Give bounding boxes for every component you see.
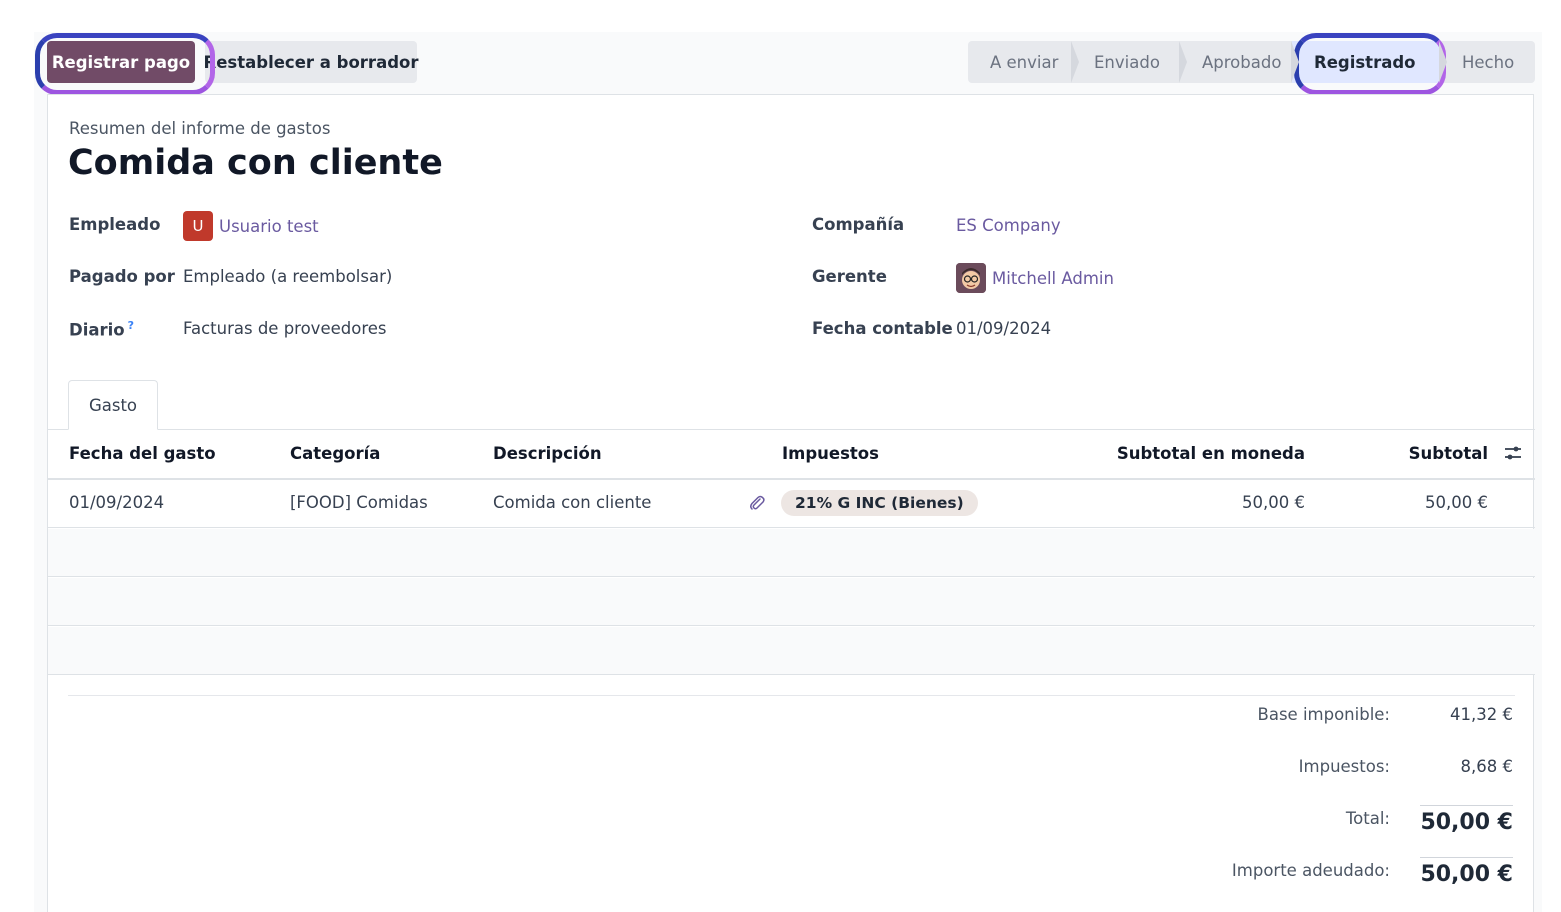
cell-subtotal-currency: 50,00 € (1242, 493, 1305, 512)
paid-by-label: Pagado por (69, 267, 175, 286)
stage-done[interactable]: Hecho (1440, 41, 1535, 83)
column-header-subtotal-currency[interactable]: Subtotal en moneda (1117, 444, 1305, 463)
form-sheet: Resumen del informe de gastos Comida con… (47, 94, 1535, 912)
tax-tag: 21% G INC (Bienes) (781, 490, 978, 516)
employee-avatar: U (183, 211, 213, 241)
column-header-taxes[interactable]: Impuestos (782, 444, 879, 463)
manager-avatar (956, 263, 986, 293)
amount-due-label: Importe adeudado: (1231, 861, 1390, 880)
untaxed-amount-value: 41,32 € (1450, 705, 1513, 724)
reset-to-draft-button[interactable]: Restablecer a borrador (204, 41, 418, 83)
column-header-description[interactable]: Descripción (493, 444, 602, 463)
manager-label: Gerente (812, 267, 887, 286)
journal-value[interactable]: Facturas de proveedores (183, 319, 387, 338)
cell-date: 01/09/2024 (69, 493, 165, 512)
stage-approved[interactable]: Aprobado (1180, 41, 1299, 83)
company-link[interactable]: ES Company (956, 216, 1061, 235)
employee-link[interactable]: Usuario test (219, 217, 319, 236)
paid-by-value[interactable]: Empleado (a reembolsar) (183, 267, 392, 286)
manager-field[interactable]: Mitchell Admin (956, 263, 1114, 293)
employee-field[interactable]: U Usuario test (183, 211, 319, 241)
table-row[interactable]: 01/09/2024 [FOOD] Comidas Comida con cli… (48, 480, 1535, 528)
accounting-date-value[interactable]: 01/09/2024 (956, 319, 1051, 338)
manager-link[interactable]: Mitchell Admin (992, 269, 1114, 288)
column-header-subtotal[interactable]: Subtotal (1409, 444, 1488, 463)
help-icon[interactable]: ? (128, 319, 134, 332)
empty-row[interactable] (48, 627, 1535, 675)
amount-due-value: 50,00 € (1420, 857, 1513, 887)
status-bar: A enviar Enviado Aprobado Registrado Hec… (968, 41, 1535, 83)
paperclip-icon[interactable] (748, 494, 766, 516)
cell-category: [FOOD] Comidas (290, 493, 428, 512)
taxes-value: 8,68 € (1460, 757, 1513, 776)
accounting-date-label: Fecha contable (812, 319, 953, 338)
form-subtitle: Resumen del informe de gastos (69, 119, 331, 138)
employee-label: Empleado (69, 215, 161, 234)
tab-expense[interactable]: Gasto (68, 380, 158, 430)
column-header-category[interactable]: Categoría (290, 444, 380, 463)
cell-description: Comida con cliente (493, 493, 652, 512)
column-settings-icon[interactable] (1503, 444, 1523, 466)
total-value: 50,00 € (1420, 805, 1513, 835)
company-label: Compañía (812, 215, 905, 234)
empty-row[interactable] (48, 578, 1535, 626)
column-header-date[interactable]: Fecha del gasto (69, 444, 216, 463)
untaxed-amount-label: Base imponible: (1257, 705, 1390, 724)
taxes-label: Impuestos: (1298, 757, 1390, 776)
stage-to-submit[interactable]: A enviar (968, 41, 1079, 83)
totals-divider (68, 695, 1515, 696)
total-label: Total: (1345, 809, 1390, 828)
stage-posted[interactable]: Registrado (1292, 41, 1447, 83)
stage-submitted[interactable]: Enviado (1072, 41, 1187, 83)
register-payment-button[interactable]: Registrar pago (47, 41, 195, 83)
empty-row[interactable] (48, 529, 1535, 577)
table-header: Fecha del gasto Categoría Descripción Im… (48, 430, 1535, 480)
journal-label: Diario? (69, 319, 134, 340)
cell-subtotal: 50,00 € (1425, 493, 1488, 512)
page-title: Comida con cliente (68, 143, 443, 183)
journal-label-text: Diario (69, 320, 125, 340)
